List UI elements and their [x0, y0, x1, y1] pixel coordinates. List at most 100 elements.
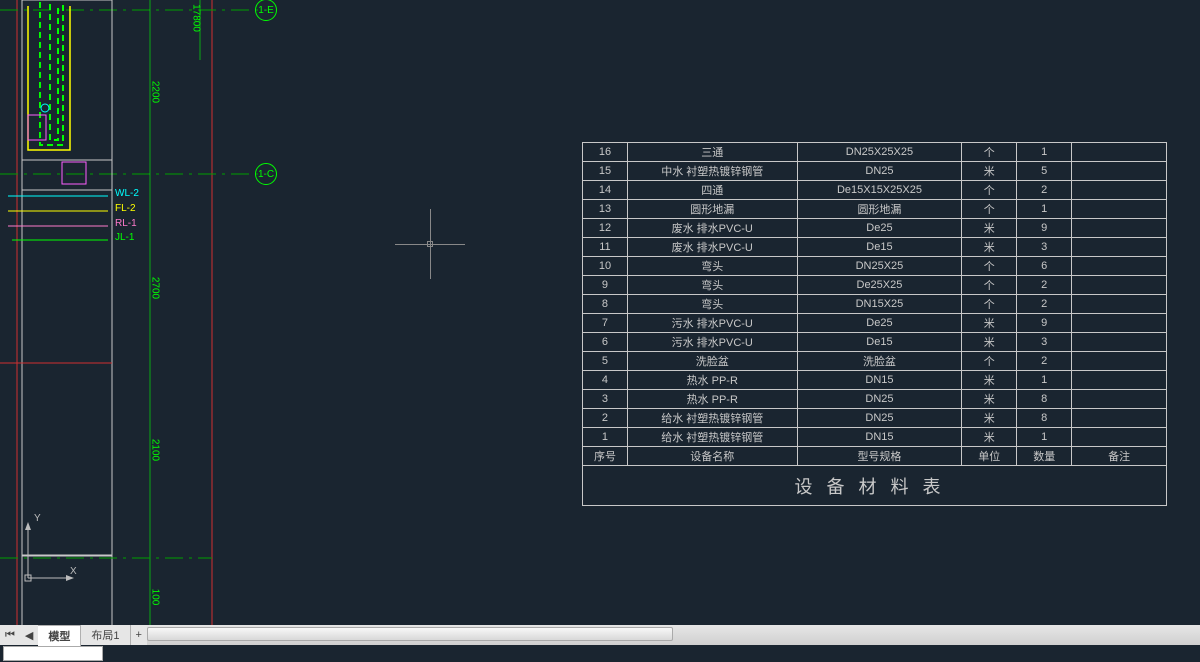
table-cell: 2	[1017, 352, 1072, 371]
table-header-cell: 单位	[962, 447, 1017, 466]
table-cell: 污水 排水PVC-U	[627, 333, 797, 352]
table-cell: DN25X25X25	[797, 143, 962, 162]
table-cell	[1072, 238, 1167, 257]
table-row: 8弯头DN15X25个2	[583, 295, 1167, 314]
table-cell: DN25	[797, 409, 962, 428]
table-row: 12废水 排水PVC-UDe25米9	[583, 219, 1167, 238]
table-row: 11废水 排水PVC-UDe15米3	[583, 238, 1167, 257]
table-cell: 米	[962, 238, 1017, 257]
table-cell	[1072, 352, 1167, 371]
table-row: 13圆形地漏圆形地漏个1	[583, 200, 1167, 219]
table-cell: 15	[583, 162, 628, 181]
table-cell: 2	[583, 409, 628, 428]
table-cell: De25	[797, 314, 962, 333]
dim-17800: 17800	[191, 4, 202, 32]
table-cell: 6	[583, 333, 628, 352]
table-header-cell: 序号	[583, 447, 628, 466]
table-title-row: 设备材料表	[583, 466, 1167, 506]
drawing-canvas[interactable]: 1-E 1-C 17800 2200 2700 2100 100 WL-2 FL…	[0, 0, 1200, 625]
legend-jl1: JL-1	[115, 232, 134, 243]
table-header-cell: 数量	[1017, 447, 1072, 466]
table-cell: 弯头	[627, 257, 797, 276]
table-cell: 个	[962, 181, 1017, 200]
table-cell	[1072, 219, 1167, 238]
table-cell	[1072, 143, 1167, 162]
table-cell: 14	[583, 181, 628, 200]
table-row: 15中水 衬塑热镀锌钢管DN25米5	[583, 162, 1167, 181]
table-cell: 2	[1017, 295, 1072, 314]
tab-add[interactable]: +	[131, 629, 147, 641]
table-cell	[1072, 390, 1167, 409]
table-cell	[1072, 181, 1167, 200]
table-cell: 废水 排水PVC-U	[627, 238, 797, 257]
tab-nav-first[interactable]: ⏮	[0, 629, 20, 642]
hscroll-bar[interactable]	[147, 625, 1200, 645]
table-cell: 2	[1017, 181, 1072, 200]
table-row: 16三通DN25X25X25个1	[583, 143, 1167, 162]
table-cell	[1072, 295, 1167, 314]
tab-model[interactable]: 模型	[38, 625, 81, 646]
table-cell: 12	[583, 219, 628, 238]
table-cell	[1072, 428, 1167, 447]
dim-2200: 2200	[150, 81, 161, 103]
table-cell	[1072, 371, 1167, 390]
table-cell: De25X25	[797, 276, 962, 295]
table-row: 5洗脸盆洗脸盆个2	[583, 352, 1167, 371]
table-row: 6污水 排水PVC-UDe15米3	[583, 333, 1167, 352]
table-cell: 1	[583, 428, 628, 447]
table-row: 1给水 衬塑热镀锌钢管DN15米1	[583, 428, 1167, 447]
table-cell: 10	[583, 257, 628, 276]
table-cell: 5	[1017, 162, 1072, 181]
table-cell: DN15	[797, 428, 962, 447]
table-cell: 热水 PP-R	[627, 371, 797, 390]
command-line-input[interactable]	[3, 646, 103, 661]
table-cell: De25	[797, 219, 962, 238]
table-cell	[1072, 162, 1167, 181]
table-cell: 1	[1017, 143, 1072, 162]
table-cell: 1	[1017, 371, 1072, 390]
table-header-row: 序号设备名称型号规格单位数量备注	[583, 447, 1167, 466]
table-cell: DN25	[797, 390, 962, 409]
table-cell: 4	[583, 371, 628, 390]
ucs-y-label: Y	[34, 513, 41, 524]
table-cell: 个	[962, 352, 1017, 371]
table-cell: 8	[583, 295, 628, 314]
table-header-cell: 备注	[1072, 447, 1167, 466]
table-cell: 给水 衬塑热镀锌钢管	[627, 428, 797, 447]
table-cell: 3	[1017, 238, 1072, 257]
table-cell: DN25X25	[797, 257, 962, 276]
ucs-x-label: X	[70, 566, 77, 577]
table-cell	[1072, 314, 1167, 333]
table-cell: 13	[583, 200, 628, 219]
table-cell: DN25	[797, 162, 962, 181]
section-marker-1c: 1-C	[255, 163, 277, 185]
table-cell: 中水 衬塑热镀锌钢管	[627, 162, 797, 181]
table-cell: 米	[962, 314, 1017, 333]
table-cell: 个	[962, 143, 1017, 162]
table-cell: 弯头	[627, 295, 797, 314]
table-cell: 9	[583, 276, 628, 295]
tab-layout1[interactable]: 布局1	[81, 625, 130, 645]
table-cell: 米	[962, 409, 1017, 428]
table-cell: 米	[962, 219, 1017, 238]
dim-2700: 2700	[150, 277, 161, 299]
table-header-cell: 型号规格	[797, 447, 962, 466]
dim-100: 100	[150, 589, 161, 606]
tab-nav-prev[interactable]: ◀	[20, 629, 38, 642]
dim-2100: 2100	[150, 439, 161, 461]
table-cell: 3	[583, 390, 628, 409]
table-cell	[1072, 276, 1167, 295]
table-cell: 四通	[627, 181, 797, 200]
table-cell: De15X15X25X25	[797, 181, 962, 200]
table-cell: 8	[1017, 390, 1072, 409]
table-cell: 1	[1017, 200, 1072, 219]
table-row: 3热水 PP-RDN25米8	[583, 390, 1167, 409]
table-cell: 米	[962, 428, 1017, 447]
table-title: 设备材料表	[583, 466, 1167, 506]
table-cell: 圆形地漏	[627, 200, 797, 219]
table-cell: De15	[797, 333, 962, 352]
table-cell: 洗脸盆	[797, 352, 962, 371]
table-cell: 米	[962, 333, 1017, 352]
table-cell: 个	[962, 276, 1017, 295]
table-cell: 9	[1017, 314, 1072, 333]
